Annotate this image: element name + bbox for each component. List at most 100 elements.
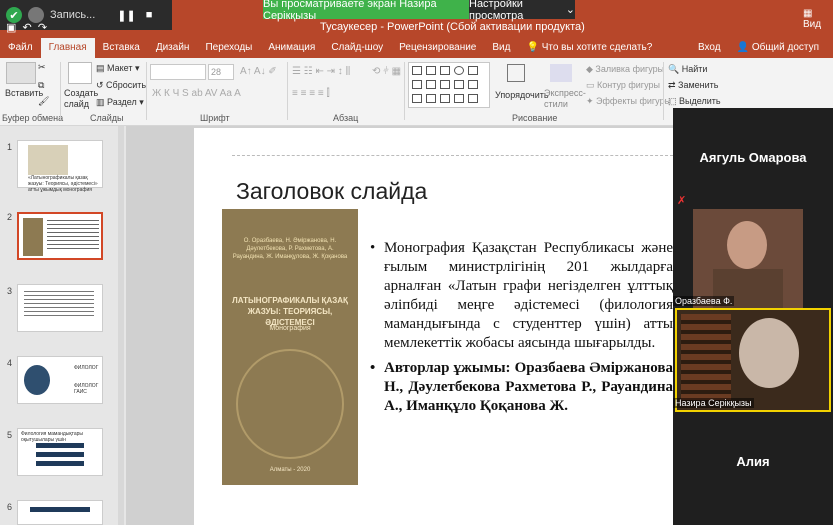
square-shape-icon[interactable] [468, 66, 478, 75]
stop-icon[interactable]: ■ [146, 9, 153, 21]
slide-thumbnail-5[interactable]: Филология мамандықтары оқытушылары үшін [17, 428, 103, 476]
oval-shape-icon[interactable] [454, 66, 464, 75]
font-size-box[interactable]: 28 [208, 64, 234, 80]
slide-number: 3 [7, 286, 13, 296]
bracket-shape-icon[interactable] [454, 94, 464, 103]
arrange-button[interactable]: Упорядочить [495, 90, 549, 100]
copy-icon[interactable]: ⧉ [38, 80, 44, 91]
slide-number: 2 [7, 212, 13, 222]
tab-home[interactable]: Главная [40, 38, 95, 58]
participant-label-3: Назира Серікқызы [673, 398, 754, 408]
cut-icon[interactable]: ✂ [38, 62, 46, 73]
font-group-label: Шрифт [200, 113, 230, 123]
find-button[interactable]: 🔍 Найти [668, 64, 707, 75]
section-button[interactable]: ▥ Раздел ▾ [96, 97, 144, 108]
reset-label: Сбросить [106, 80, 147, 90]
replace-label: Заменить [678, 80, 719, 90]
brace-shape-icon[interactable] [468, 80, 478, 89]
slide-thumbnail-2-selected[interactable] [17, 212, 103, 260]
line-arrow-shape-icon[interactable] [426, 80, 436, 89]
tab-design[interactable]: Дизайн [148, 38, 198, 58]
ribbon-tabs: Файл Главная Вставка Дизайн Переходы Ани… [0, 38, 833, 58]
share-button[interactable]: 👤 Общий доступ [729, 38, 827, 58]
moon-shape-icon[interactable] [440, 94, 450, 103]
thumbnails-scrollbar[interactable] [118, 126, 124, 525]
drawing-group-label: Рисование [512, 113, 558, 123]
ornament-decoration [236, 349, 344, 459]
section-label: Раздел [107, 97, 137, 107]
slides-group-label: Слайды [90, 113, 124, 123]
replace-button[interactable]: ⇄ Заменить [668, 80, 719, 91]
arrow-shape-icon[interactable] [426, 66, 436, 75]
quick-styles-button[interactable]: Экспресс-стили [544, 88, 586, 110]
rectangle-shape-icon[interactable] [440, 66, 450, 75]
recording-label: Запись... [50, 9, 96, 21]
video-view-toggle[interactable]: ▦ Вид [803, 8, 833, 30]
star-shape-icon[interactable] [454, 80, 464, 89]
save-icon[interactable]: ▣ [6, 22, 16, 34]
divider [404, 62, 405, 120]
format-painter-icon[interactable]: 🖌 [38, 96, 49, 107]
select-button[interactable]: ⬚ Выделить [668, 96, 721, 107]
new-slide-button[interactable]: Создать слайд [64, 88, 98, 110]
bullet-item: • Авторлар ұжымы: Оразбаева Әміржанова Н.… [370, 359, 673, 416]
participant-face [727, 221, 767, 269]
pause-icon[interactable]: ❚❚ [117, 9, 135, 22]
slide-body-text[interactable]: • Монография Қазақстан Республикасы және … [370, 239, 673, 416]
slide-number: 1 [7, 142, 13, 152]
shape-fill-button[interactable]: ◆ Заливка фигуры [586, 64, 664, 75]
thumb-4-label-a: ФИЛОЛОГ [74, 365, 99, 371]
triangle-shape-icon[interactable] [412, 80, 422, 89]
slide-title[interactable]: Заголовок слайда [236, 178, 427, 205]
tell-me-search[interactable]: 💡 Что вы хотите сделать? [518, 38, 660, 58]
slide-thumbnail-6[interactable] [17, 500, 103, 525]
slide-thumbnail-text-lines [24, 291, 94, 319]
shape-outline-button[interactable]: ▭ Контур фигуры [586, 80, 660, 91]
sign-in-link[interactable]: Вход [690, 38, 729, 58]
slide-thumbnail-3[interactable] [17, 284, 103, 332]
redo-icon[interactable]: ↷ [35, 22, 47, 34]
line-shape-icon[interactable] [412, 66, 422, 75]
rounded-rect-shape-icon[interactable] [440, 80, 450, 89]
thumb-5-title: Филология мамандықтары оқытушылары үшін [21, 431, 83, 443]
tab-transitions[interactable]: Переходы [197, 38, 260, 58]
share-message: Вы просматриваете экран Назира Серікқызы [263, 0, 469, 22]
wave-shape-icon[interactable] [426, 94, 436, 103]
reset-button[interactable]: ↺ Сбросить [96, 80, 146, 91]
tab-insert[interactable]: Вставка [95, 38, 148, 58]
tab-slideshow[interactable]: Слайд-шоу [323, 38, 391, 58]
bullet-text-1: Монография Қазақстан Республикасы және ғ… [384, 240, 673, 351]
tab-animations[interactable]: Анимация [260, 38, 323, 58]
slide-thumbnail-4[interactable]: ФИЛОЛОГ ФИЛОЛОГ ГАИС [17, 356, 103, 404]
book-authors: О. Оразбаева, Н. Әміржанова, Н. Дәулетбе… [232, 238, 348, 260]
curve-shape-icon[interactable] [412, 94, 422, 103]
quick-styles-icon [550, 64, 572, 82]
text-direction-buttons[interactable]: ⟲ ⫩ ▦ [372, 66, 401, 77]
document-title: Тусаукесер - PowerPoint (Сбой активации … [320, 21, 585, 33]
participant-video-2[interactable] [693, 209, 803, 309]
layout-button[interactable]: ▤ Макет ▾ [96, 63, 140, 74]
slide-thumbnail-1[interactable]: «Латынографикалы қазақ жазуы: Теориясы, … [17, 140, 103, 193]
share-label: Общий доступ [751, 42, 819, 53]
participant-video-active[interactable] [675, 308, 831, 412]
bookshelf-background [681, 314, 731, 404]
tab-file[interactable]: Файл [0, 38, 41, 58]
list-buttons[interactable]: ☰ ☷ ⇤ ⇥ ↕ ⫼ [292, 66, 350, 77]
tell-me-label: Что вы хотите сделать? [541, 42, 653, 53]
align-buttons[interactable]: ≡ ≡ ≡ ≡ ⫿ [292, 88, 330, 99]
divider [663, 62, 664, 120]
slide-thumbnail-text-lines [47, 220, 99, 250]
font-format-buttons[interactable]: Ж К Ч S ab AV Aa A [152, 88, 241, 99]
arrange-icon [507, 64, 525, 82]
font-family-box[interactable] [150, 64, 206, 80]
parenthesis-shape-icon[interactable] [468, 94, 478, 103]
shapes-gallery[interactable] [408, 62, 490, 108]
undo-icon[interactable]: ↶ [19, 22, 32, 34]
view-options-button[interactable]: Настройки просмотра ⌄ [469, 0, 575, 22]
tab-view[interactable]: Вид [484, 38, 518, 58]
slide-thumbnail-circle [24, 365, 50, 395]
shape-effects-button[interactable]: ✦ Эффекты фигуры [586, 96, 671, 107]
tab-review[interactable]: Рецензирование [391, 38, 484, 58]
font-size-controls[interactable]: A↑ A↓ ✐ [240, 66, 277, 77]
divider [60, 62, 61, 120]
